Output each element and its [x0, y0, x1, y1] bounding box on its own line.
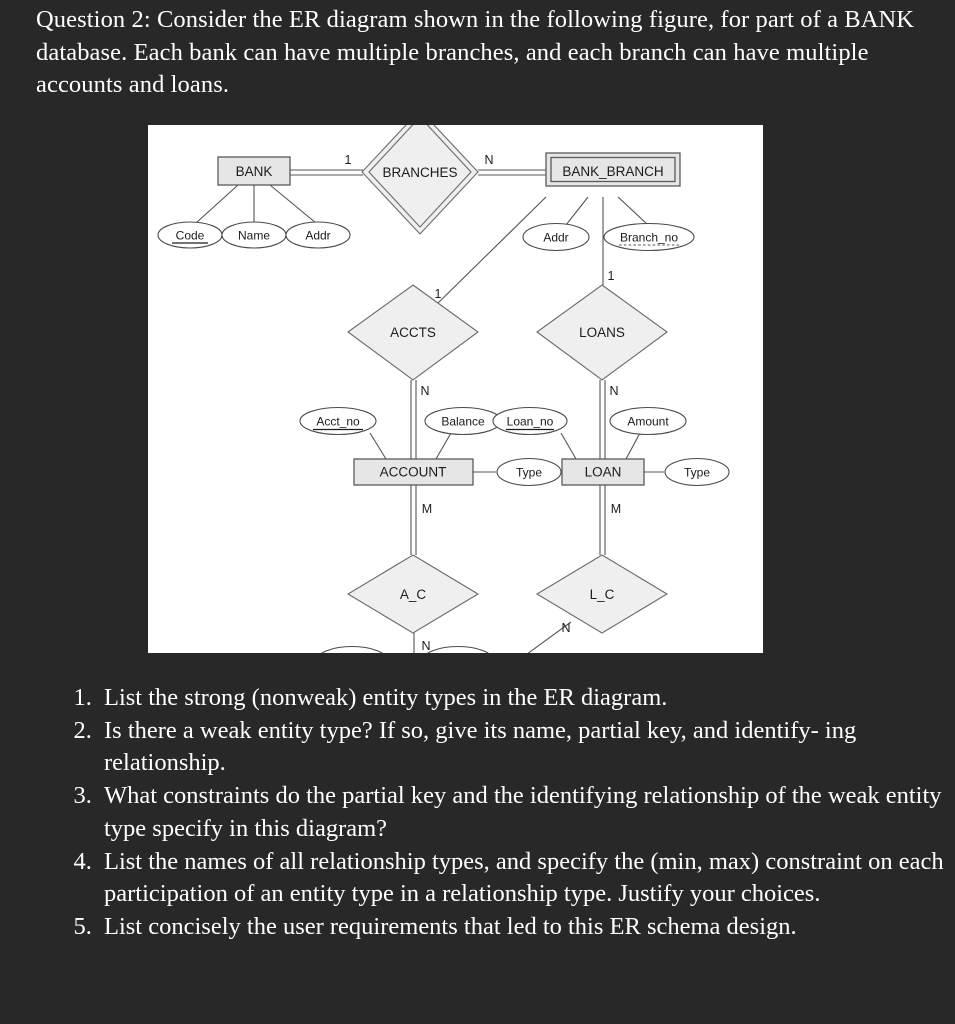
- relationship-l-c-label: L_C: [590, 587, 615, 602]
- attribute-branch-addr[interactable]: Addr: [522, 222, 590, 252]
- attribute-cust-name[interactable]: Name: [423, 645, 493, 654]
- attribute-acct-no-label: Acct_no: [316, 415, 360, 429]
- attribute-cust-ssn[interactable]: Ssn: [317, 645, 387, 654]
- entity-account-label: ACCOUNT: [380, 465, 447, 480]
- link-loan-lc: [599, 485, 606, 555]
- cardinality-loan-lc: M: [611, 502, 621, 516]
- relationship-accts-label: ACCTS: [390, 325, 436, 340]
- er-diagram-svg: BRANCHES BANK BANK_BRANCH Code Name Addr…: [157, 125, 730, 654]
- relationship-branches-label: BRANCHES: [382, 165, 457, 180]
- question-item-2: Is there a weak entity type? If so, give…: [98, 715, 944, 780]
- link-bank-branches: [290, 169, 363, 176]
- entity-bank-branch-label: BANK_BRANCH: [562, 164, 663, 179]
- attribute-bank-code[interactable]: Code: [157, 221, 223, 249]
- cardinality-bank-branches: 1: [345, 153, 352, 167]
- link-bankbranch-attributes: [565, 196, 649, 226]
- question-prompt: Question 2: Consider the ER diagram show…: [36, 6, 915, 99]
- link-account-ac: [410, 485, 417, 555]
- attribute-loan-amount[interactable]: Amount: [609, 406, 687, 436]
- attribute-branch-no-label: Branch_no: [620, 231, 678, 245]
- attribute-acct-type-label: Type: [516, 466, 542, 480]
- attribute-loan-no-label: Loan_no: [507, 415, 554, 429]
- attribute-bank-addr-label: Addr: [305, 229, 330, 243]
- entity-bank-branch[interactable]: BANK_BRANCH: [545, 152, 681, 187]
- attribute-bank-name-label: Name: [238, 229, 270, 243]
- attribute-bank-name[interactable]: Name: [221, 221, 287, 249]
- link-lc-customer: [527, 621, 572, 653]
- cardinality-branches-bankbranch: N: [484, 153, 493, 167]
- attribute-acct-no[interactable]: Acct_no: [299, 406, 377, 436]
- relationship-accts[interactable]: ACCTS: [347, 284, 479, 381]
- link-accts-account: [410, 380, 417, 460]
- question-list: List the strong (nonweak) entity types i…: [64, 682, 944, 944]
- cardinality-accts-top: 1: [435, 287, 442, 301]
- question-item-1: List the strong (nonweak) entity types i…: [98, 682, 944, 715]
- link-bank-attributes: [195, 184, 317, 224]
- relationship-l-c[interactable]: L_C: [535, 554, 669, 634]
- attribute-acct-balance[interactable]: Balance: [424, 406, 502, 436]
- entity-bank[interactable]: BANK: [217, 156, 291, 186]
- entity-loan-label: LOAN: [585, 465, 622, 480]
- cardinality-account-ac: M: [422, 502, 432, 516]
- relationship-a-c-label: A_C: [400, 587, 427, 602]
- cardinality-ac-customer: N: [421, 639, 430, 653]
- attribute-loan-type[interactable]: Type: [664, 457, 730, 487]
- attribute-branch-no[interactable]: Branch_no: [603, 222, 695, 252]
- question-ordered-list: List the strong (nonweak) entity types i…: [64, 682, 944, 944]
- question-item-5: List concisely the user requirements tha…: [98, 911, 944, 944]
- entity-loan[interactable]: LOAN: [561, 458, 645, 486]
- attribute-loan-no[interactable]: Loan_no: [492, 406, 568, 436]
- cardinality-accts-bottom: N: [420, 384, 429, 398]
- relationship-loans-label: LOANS: [579, 325, 625, 340]
- cardinality-loans-top: 1: [608, 269, 615, 283]
- relationship-loans[interactable]: LOANS: [536, 284, 668, 381]
- entity-account[interactable]: ACCOUNT: [353, 458, 474, 486]
- page-root: Question 2: Consider the ER diagram show…: [0, 0, 955, 1024]
- link-bankbranch-accts: [437, 196, 547, 304]
- attribute-acct-type[interactable]: Type: [496, 457, 562, 487]
- link-branches-bankbranch: [478, 169, 546, 176]
- cardinality-lc-customer: N: [561, 621, 570, 635]
- attribute-bank-addr[interactable]: Addr: [285, 221, 351, 249]
- attribute-loan-type-label: Type: [684, 466, 710, 480]
- attribute-bank-code-label: Code: [176, 229, 205, 243]
- relationship-branches[interactable]: BRANCHES: [361, 125, 479, 235]
- attribute-loan-amount-label: Amount: [627, 415, 669, 429]
- question-item-3: What constraints do the partial key and …: [98, 780, 944, 845]
- entity-bank-label: BANK: [236, 164, 273, 179]
- relationship-a-c[interactable]: A_C: [346, 554, 480, 634]
- link-loans-loan: [599, 380, 606, 460]
- attribute-branch-addr-label: Addr: [543, 231, 568, 245]
- er-diagram-figure: BRANCHES BANK BANK_BRANCH Code Name Addr…: [148, 125, 763, 653]
- cardinality-loans-bottom: N: [609, 384, 618, 398]
- question-item-4: List the names of all relationship types…: [98, 846, 944, 911]
- attribute-acct-balance-label: Balance: [441, 415, 485, 429]
